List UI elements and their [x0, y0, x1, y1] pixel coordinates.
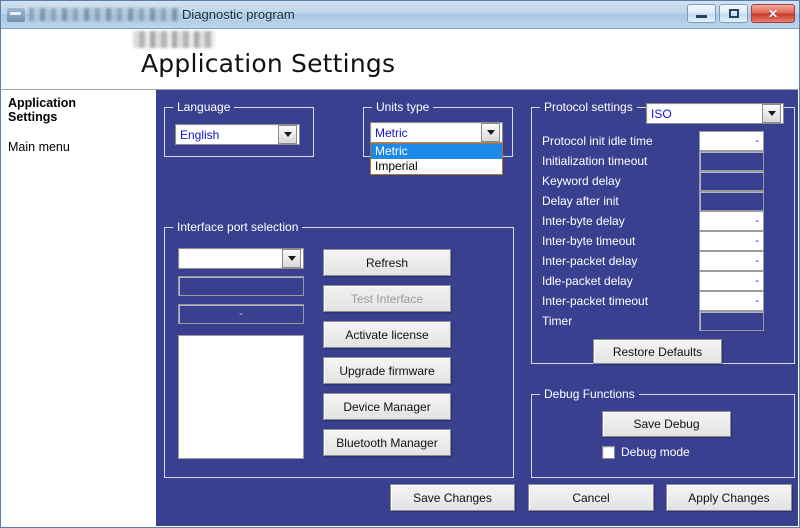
units-option-metric[interactable]: Metric [371, 144, 502, 159]
chevron-down-icon[interactable] [481, 123, 500, 142]
protocol-combo[interactable]: ISO [646, 103, 784, 124]
units-type-dropdown-list[interactable]: Metric Imperial [370, 143, 503, 175]
main-panel: Language English Units type Metric Metri… [156, 89, 798, 526]
page-title: Application Settings [141, 49, 396, 78]
protocol-field-7[interactable]: - [699, 271, 764, 291]
protocol-label-2: Keyword delay [542, 174, 621, 188]
protocol-field-1 [699, 151, 764, 171]
language-combo-value: English [180, 127, 220, 142]
protocol-field-0[interactable]: - [699, 131, 764, 151]
protocol-label-7: Idle-packet delay [542, 274, 633, 288]
debug-functions-group-legend: Debug Functions [540, 387, 639, 401]
debug-mode-checkbox[interactable] [602, 445, 615, 459]
protocol-label-0: Protocol init idle time [542, 134, 653, 148]
page-header: Application Settings [2, 29, 798, 89]
sidebar: Application Settings Main menu [2, 89, 156, 526]
device-manager-button[interactable]: Device Manager [323, 393, 451, 420]
units-type-group-legend: Units type [372, 100, 434, 114]
window-frame: Diagnostic program ✕ Application Setting… [0, 0, 800, 528]
protocol-combo-value: ISO [651, 106, 672, 121]
units-option-imperial[interactable]: Imperial [371, 159, 502, 174]
maximize-button[interactable] [719, 4, 748, 23]
save-debug-button[interactable]: Save Debug [602, 411, 731, 437]
port-info-field-2: - [178, 304, 304, 324]
title-redacted-text [29, 8, 179, 21]
debug-mode-label: Debug mode [621, 445, 690, 459]
test-interface-button: Test Interface [323, 285, 451, 312]
interface-port-group-legend: Interface port selection [173, 220, 303, 234]
protocol-field-4[interactable]: - [699, 211, 764, 231]
protocol-label-8: Inter-packet timeout [542, 294, 649, 308]
protocol-label-9: Timer [542, 314, 573, 328]
protocol-settings-group-legend: Protocol settings [540, 100, 637, 114]
protocol-label-4: Inter-byte delay [542, 214, 625, 228]
sidebar-item-main-menu[interactable]: Main menu [8, 140, 156, 154]
title-bar[interactable]: Diagnostic program ✕ [1, 1, 799, 29]
cancel-button[interactable]: Cancel [528, 484, 654, 511]
bluetooth-manager-button[interactable]: Bluetooth Manager [323, 429, 451, 456]
window-controls: ✕ [687, 4, 795, 23]
upgrade-firmware-button[interactable]: Upgrade firmware [323, 357, 451, 384]
activate-license-button[interactable]: Activate license [323, 321, 451, 348]
chevron-down-icon[interactable] [762, 104, 781, 123]
protocol-field-8[interactable]: - [699, 291, 764, 311]
units-type-combo[interactable]: Metric [370, 122, 503, 143]
units-type-combo-value: Metric [375, 125, 408, 140]
language-group-legend: Language [173, 100, 235, 114]
sidebar-title: Application Settings [8, 96, 77, 124]
protocol-field-2 [699, 171, 764, 191]
port-select-combo[interactable] [178, 248, 304, 269]
minimize-button[interactable] [687, 4, 716, 23]
protocol-field-3 [699, 191, 764, 211]
close-button[interactable]: ✕ [751, 4, 795, 23]
protocol-label-5: Inter-byte timeout [542, 234, 636, 248]
protocol-field-9 [699, 311, 764, 331]
maximize-icon [728, 9, 739, 18]
logo-redacted [133, 31, 215, 48]
language-combo[interactable]: English [175, 124, 300, 145]
apply-changes-button[interactable]: Apply Changes [666, 484, 792, 511]
save-changes-button[interactable]: Save Changes [390, 484, 515, 511]
refresh-button[interactable]: Refresh [323, 249, 451, 276]
chevron-down-icon[interactable] [282, 249, 301, 268]
restore-defaults-button[interactable]: Restore Defaults [593, 339, 722, 364]
port-listbox[interactable] [178, 335, 304, 459]
app-icon [7, 7, 25, 22]
debug-mode-row[interactable]: Debug mode [602, 445, 690, 459]
protocol-label-6: Inter-packet delay [542, 254, 638, 268]
application-window: Diagnostic program ✕ Application Setting… [0, 0, 800, 528]
protocol-field-6[interactable]: - [699, 251, 764, 271]
window-title: Diagnostic program [182, 7, 295, 22]
port-info-field-1 [178, 276, 304, 296]
protocol-label-3: Delay after init [542, 194, 619, 208]
chevron-down-icon[interactable] [278, 125, 297, 144]
minimize-icon [696, 15, 707, 18]
protocol-field-5[interactable]: - [699, 231, 764, 251]
protocol-label-1: Initialization timeout [542, 154, 648, 168]
